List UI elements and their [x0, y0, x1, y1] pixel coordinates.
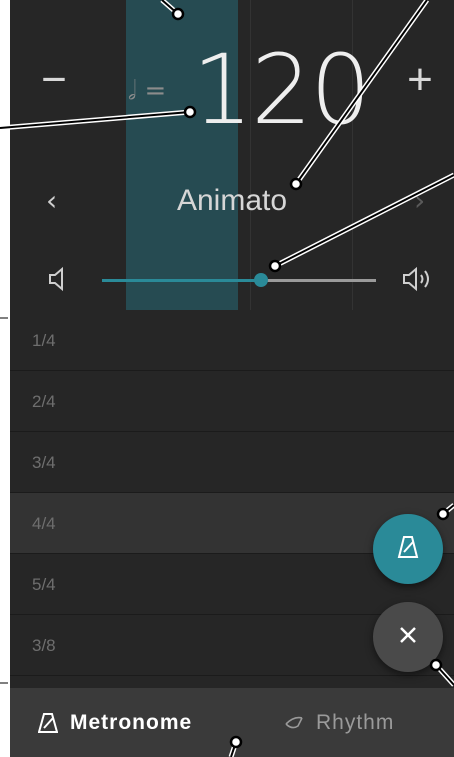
tempo-increase-button[interactable]: +: [400, 58, 440, 102]
tempo-name: Animato: [176, 184, 288, 217]
bottom-tab-bar: Metronome Rhythm: [10, 688, 454, 757]
tab-metronome[interactable]: Metronome: [38, 688, 192, 757]
speaker-low-icon: [48, 266, 68, 297]
tab-rhythm-label: Rhythm: [316, 710, 395, 734]
metronome-icon: [397, 535, 419, 564]
tab-rhythm[interactable]: Rhythm: [284, 688, 394, 757]
tab-metronome-label: Metronome: [70, 710, 193, 734]
time-signature-item[interactable]: 1/4: [10, 310, 454, 371]
tempo-name-row: ‹ Animato ›: [10, 180, 454, 224]
close-icon: [398, 625, 418, 650]
volume-slider-thumb[interactable]: [253, 273, 268, 287]
volume-slider[interactable]: [102, 273, 376, 287]
speaker-high-icon: [402, 266, 438, 297]
note-value-label: 𝅗𝅥 =: [128, 76, 167, 106]
rhythm-icon: [284, 714, 304, 732]
time-signature-item[interactable]: 3/4: [10, 432, 454, 493]
volume-control: [10, 262, 454, 298]
time-signature-item[interactable]: 2/4: [10, 371, 454, 432]
close-fab-button[interactable]: [373, 602, 443, 672]
metronome-icon: [38, 712, 58, 734]
volume-slider-fill: [102, 279, 261, 282]
metronome-fab-button[interactable]: [373, 514, 443, 584]
tempo-control: − 𝅗𝅥 = 120 +: [10, 40, 454, 140]
next-tempo-button[interactable]: ›: [414, 184, 425, 217]
tempo-decrease-button[interactable]: −: [34, 58, 74, 102]
bpm-value[interactable]: 120: [192, 40, 371, 140]
metronome-app: − 𝅗𝅥 = 120 + ‹ Animato › 1/4 2/4 3/4 4/4 5/4…: [10, 0, 454, 757]
